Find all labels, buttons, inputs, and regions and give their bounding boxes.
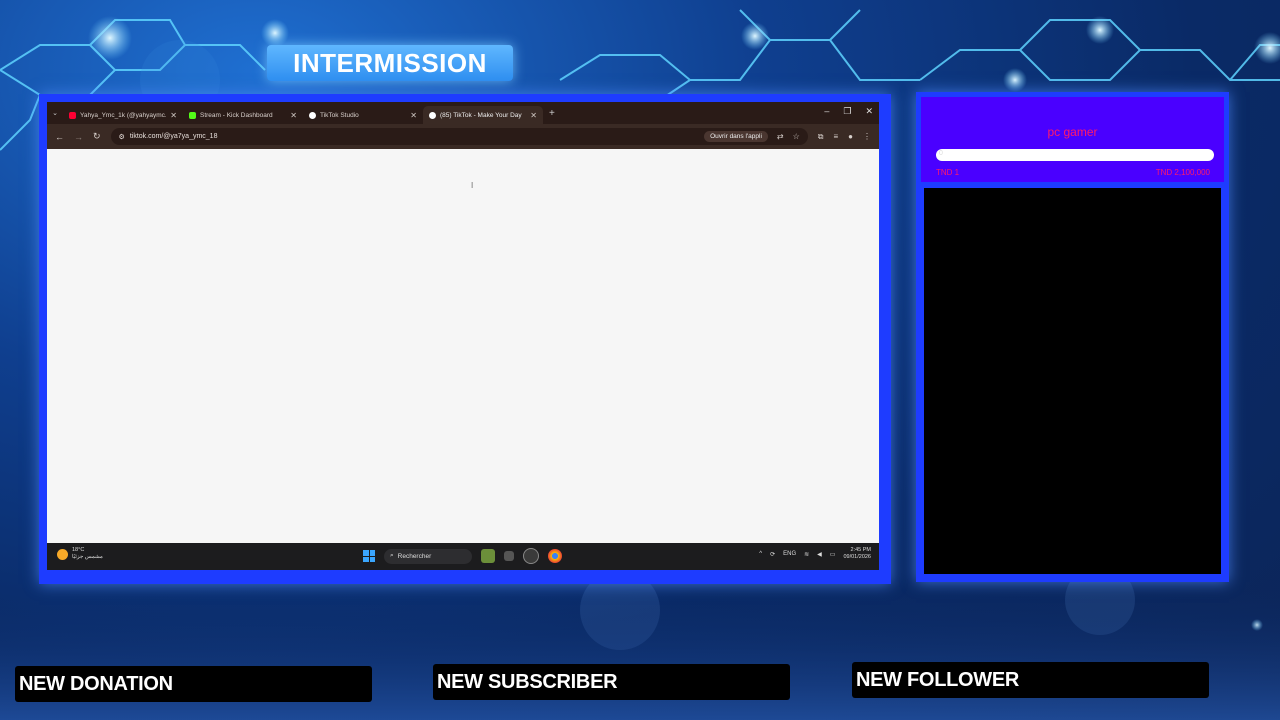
new-subscriber-bar: NEW SUBSCRIBER — [433, 664, 790, 700]
intermission-banner: INTERMISSION — [267, 45, 513, 81]
browser-window: ⌄ Yahya_Ymc_1k (@yahyaymc... ✕ Stream - … — [47, 102, 879, 570]
close-tab-icon[interactable]: ✕ — [410, 111, 417, 120]
mouse-cursor-icon: I — [471, 181, 474, 190]
browser-tab[interactable]: Yahya_Ymc_1k (@yahyaymc... ✕ — [63, 106, 183, 124]
url-text: tiktok.com/@ya7ya_ymc_18 — [129, 133, 218, 140]
battery-icon[interactable]: ▭ — [830, 551, 836, 558]
system-tray: ^ ⟳ ENG ≋ ◀ ▭ 2:45 PM 09/01/2026 — [759, 547, 871, 561]
clock-time: 2:45 PM — [850, 547, 871, 553]
media-icon[interactable]: ≡ — [833, 132, 838, 141]
goal-progress-bar: 0 — [936, 149, 1214, 161]
goal-end-label: TND 2,100,000 — [1155, 168, 1210, 177]
tiktok-icon — [429, 111, 436, 119]
obs-icon[interactable] — [523, 548, 539, 564]
browser-tab[interactable]: TikTok Studio ✕ — [303, 106, 423, 124]
tab-label: Stream - Kick Dashboard — [200, 111, 273, 119]
open-in-app-button[interactable]: Ouvrir dans l'appli — [704, 131, 768, 142]
donation-goal-widget: pc gamer 0 TND 1 TND 2,100,000 — [921, 97, 1224, 182]
screen-capture-frame: ⌄ Yahya_Ymc_1k (@yahyaymc... ✕ Stream - … — [39, 94, 891, 584]
sync-icon[interactable]: ⟳ — [770, 551, 775, 558]
clock-date: 09/01/2026 — [843, 554, 871, 560]
close-tab-icon[interactable]: ✕ — [530, 111, 537, 120]
goal-title: pc gamer — [1047, 125, 1098, 139]
side-panel-frame: pc gamer 0 TND 1 TND 2,100,000 — [916, 92, 1229, 582]
browser-tab[interactable]: Stream - Kick Dashboard ✕ — [183, 106, 303, 124]
tab-label: Yahya_Ymc_1k (@yahyaymc... — [80, 111, 167, 119]
youtube-icon — [69, 111, 76, 119]
chrome-icon[interactable] — [548, 549, 562, 563]
weather-widget[interactable]: 18°C مشمس جزئيًا — [57, 547, 103, 561]
translate-icon[interactable]: ⇄ — [777, 132, 784, 141]
language-indicator[interactable]: ENG — [783, 551, 796, 557]
tab-list-button[interactable]: ⌄ — [47, 109, 63, 117]
kick-icon — [189, 111, 196, 119]
new-tab-button[interactable]: + — [549, 108, 555, 119]
search-icon: ⌕ — [390, 552, 394, 559]
goal-current-value: 0 — [939, 150, 943, 157]
address-bar[interactable]: ⚙ tiktok.com/@ya7ya_ymc_18 Ouvrir dans l… — [110, 128, 808, 145]
volume-icon[interactable]: ◀ — [817, 551, 822, 558]
taskbar-search[interactable]: ⌕ Rechercher — [384, 548, 472, 564]
new-follower-label: NEW FOLLOWER — [856, 668, 1020, 691]
close-window-icon[interactable]: ✕ — [865, 106, 873, 117]
tab-strip: ⌄ Yahya_Ymc_1k (@yahyaymc... ✕ Stream - … — [47, 102, 879, 124]
chevron-up-icon[interactable]: ^ — [759, 551, 762, 557]
new-donation-label: NEW DONATION — [19, 672, 173, 695]
browser-toolbar: ← → ↻ ⚙ tiktok.com/@ya7ya_ymc_18 Ouvrir … — [47, 124, 879, 149]
menu-icon[interactable]: ⋮ — [863, 132, 871, 141]
windows-taskbar: 18°C مشمس جزئيًا ⌕ Rechercher ^ ⟳ ENG ≋ … — [47, 543, 879, 570]
forward-icon[interactable]: → — [74, 132, 83, 142]
weather-description: مشمس جزئيًا — [72, 554, 103, 560]
bookmark-star-icon[interactable]: ☆ — [793, 132, 800, 141]
new-donation-bar: NEW DONATION — [15, 666, 372, 702]
wifi-icon[interactable]: ≋ — [804, 551, 809, 558]
widget-app-icon[interactable] — [481, 549, 495, 563]
restore-icon[interactable]: ❐ — [843, 106, 851, 117]
window-controls: – ❐ ✕ — [824, 106, 873, 117]
tab-label: TikTok Studio — [320, 111, 359, 119]
close-tab-icon[interactable]: ✕ — [290, 111, 297, 120]
tab-label: (85) TikTok - Make Your Day — [440, 111, 522, 119]
close-tab-icon[interactable]: ✕ — [170, 111, 177, 120]
new-follower-bar: NEW FOLLOWER — [852, 662, 1209, 698]
intermission-title: INTERMISSION — [293, 47, 487, 78]
task-view-icon[interactable] — [504, 551, 514, 561]
goal-start-label: TND 1 — [936, 168, 960, 177]
profile-icon[interactable]: ● — [848, 132, 853, 141]
reload-icon[interactable]: ↻ — [93, 131, 101, 142]
weather-sun-icon — [57, 548, 68, 560]
tiktok-icon — [309, 111, 316, 119]
windows-start-icon[interactable] — [363, 550, 375, 562]
browser-tab-active[interactable]: (85) TikTok - Make Your Day ✕ — [423, 106, 543, 124]
site-info-icon[interactable]: ⚙ — [119, 133, 125, 141]
new-subscriber-label: NEW SUBSCRIBER — [437, 670, 618, 693]
taskbar-apps: ⌕ Rechercher — [363, 548, 562, 564]
back-icon[interactable]: ← — [55, 132, 64, 142]
clock[interactable]: 2:45 PM 09/01/2026 — [843, 547, 871, 561]
extensions-icon[interactable]: ⧉ — [818, 132, 824, 142]
temperature: 18°C — [72, 547, 85, 553]
minimize-icon[interactable]: – — [824, 106, 829, 117]
chat-panel — [924, 188, 1221, 574]
search-placeholder: Rechercher — [397, 552, 432, 560]
